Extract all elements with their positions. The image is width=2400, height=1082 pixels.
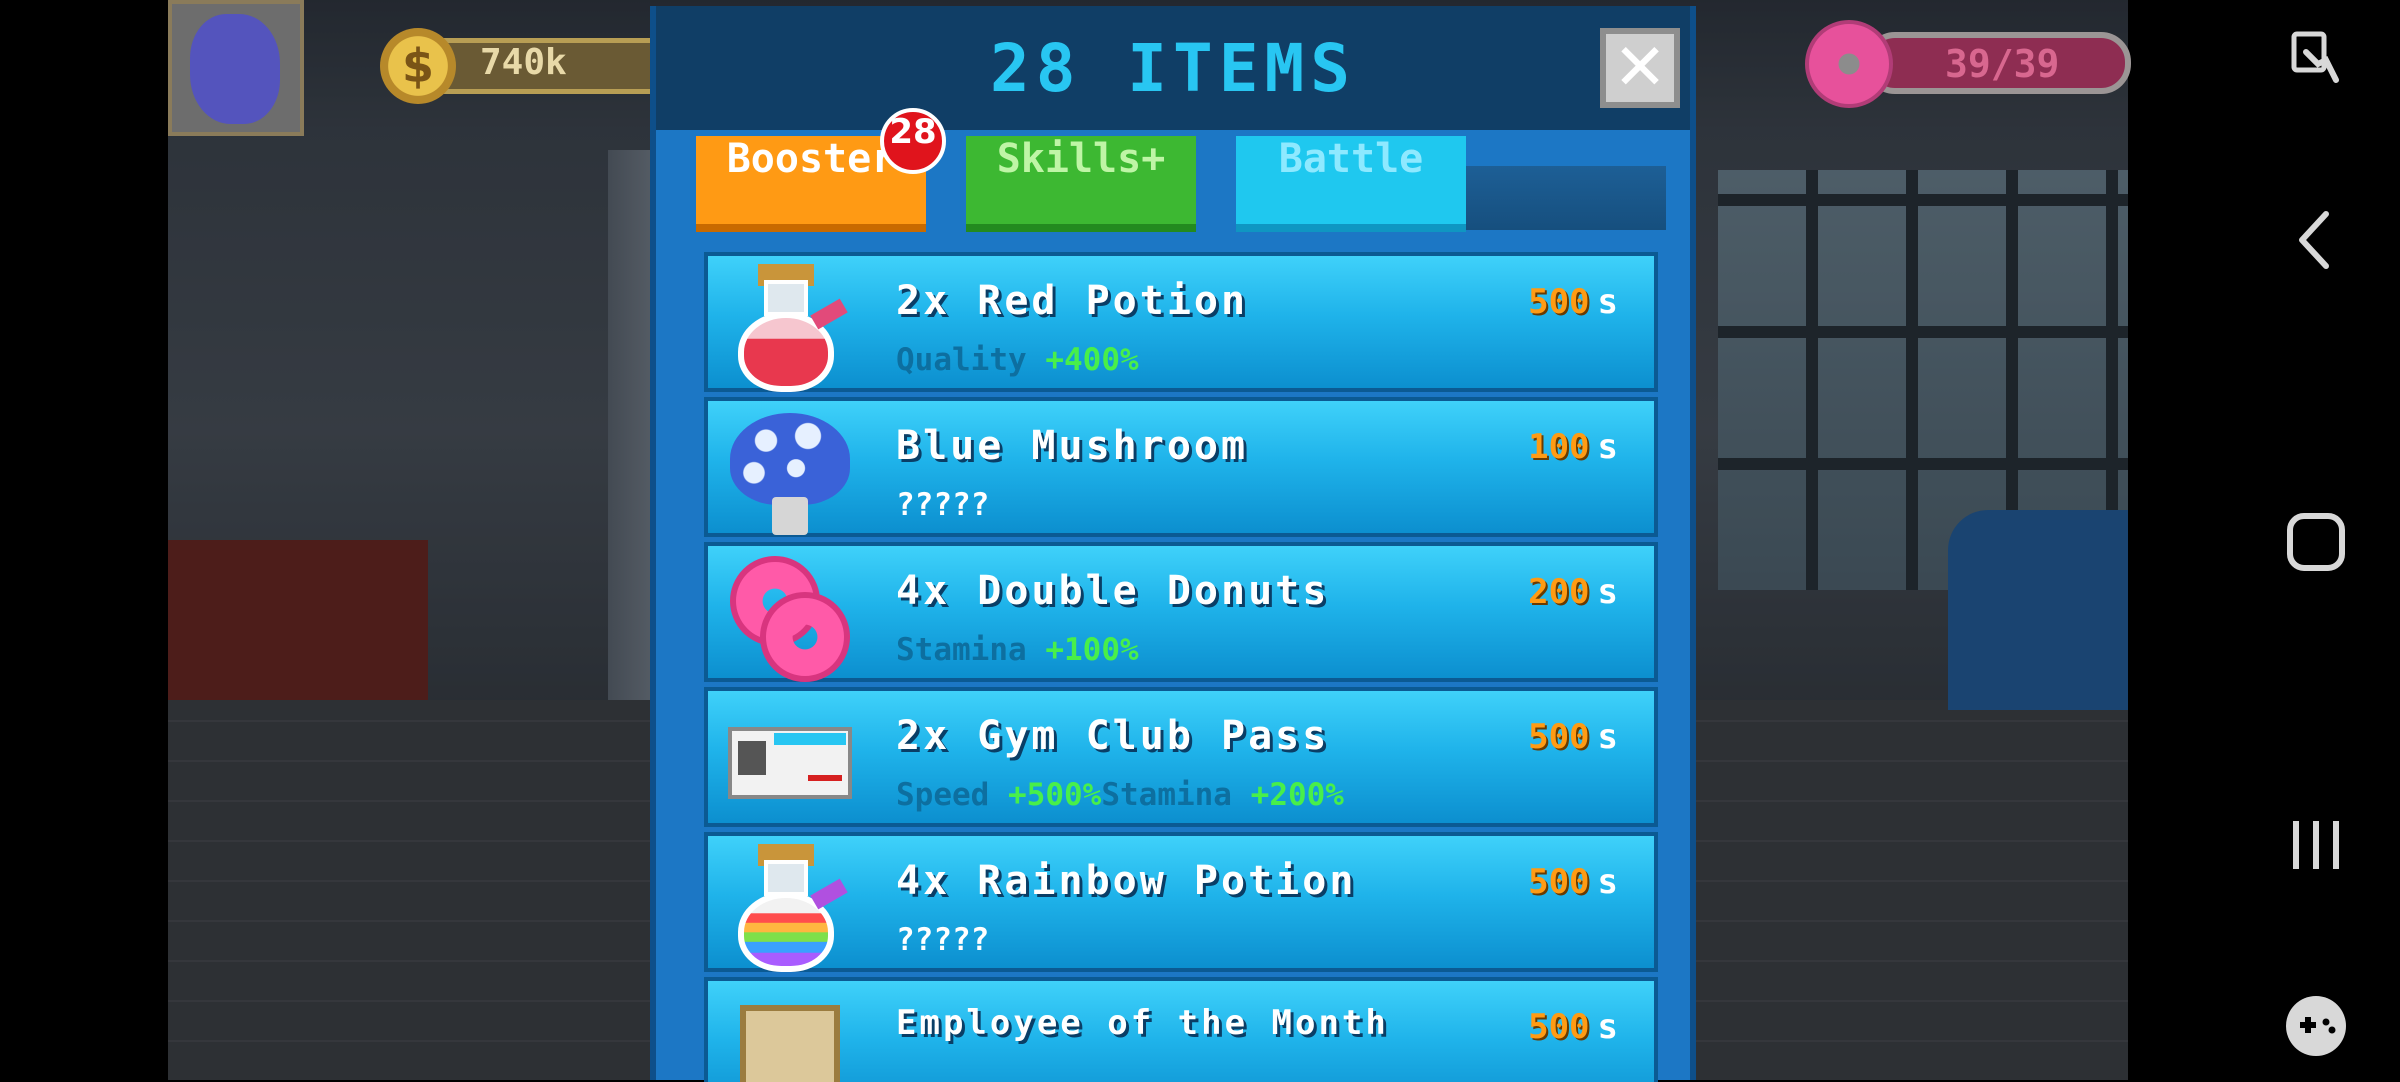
close-icon: ✕: [1613, 31, 1667, 105]
price-value: 500: [1528, 862, 1590, 902]
stat-label: Stamina: [896, 632, 1027, 668]
tab-skills[interactable]: Skills+: [966, 136, 1196, 232]
stamina-counter: 39/39: [1805, 20, 2135, 110]
item-stats: Stamina +100%: [896, 632, 1139, 668]
item-price: 100 s: [1528, 427, 1618, 467]
item-row-double-donuts[interactable]: 4x Double Donuts 200 s Stamina +100%: [704, 542, 1658, 682]
items-dialog: 28 ITEMS ✕ Booster Skills+ Battle 28 2x …: [650, 6, 1696, 1082]
coin-counter: $ 740k: [380, 28, 680, 104]
item-row-rainbow-potion[interactable]: 4x Rainbow Potion 500 s ?????: [704, 832, 1658, 972]
blue-mushroom-icon: [724, 407, 854, 535]
price-value: 500: [1528, 1007, 1590, 1047]
stat-value: +400%: [1045, 342, 1139, 378]
item-price: 500 s: [1528, 1007, 1618, 1047]
price-unit: s: [1597, 862, 1618, 902]
dialog-header: 28 ITEMS ✕: [656, 6, 1690, 130]
employee-frame-icon: [724, 987, 854, 1082]
donut-icon: [1805, 20, 1893, 108]
back-icon[interactable]: [2276, 200, 2356, 280]
rainbow-potion-icon: [724, 842, 854, 972]
home-icon[interactable]: [2276, 502, 2356, 582]
price-unit: s: [1597, 282, 1618, 322]
item-row-gym-club-pass[interactable]: 2x Gym Club Pass 500 s Speed +500%Stamina…: [704, 687, 1658, 827]
item-price: 200 s: [1528, 572, 1618, 612]
item-price: 500 s: [1528, 282, 1618, 322]
tab-battle[interactable]: Battle: [1236, 136, 1466, 232]
red-potion-icon: [724, 262, 854, 392]
item-price: 500 s: [1528, 862, 1618, 902]
screenshot-icon[interactable]: [2276, 22, 2356, 102]
price-unit: s: [1597, 1007, 1618, 1047]
coin-value: 740k: [480, 42, 567, 83]
game-controller-icon[interactable]: [2276, 986, 2356, 1066]
price-unit: s: [1597, 717, 1618, 757]
price-value: 500: [1528, 282, 1590, 322]
recents-icon[interactable]: [2276, 805, 2356, 885]
stat-label: Speed: [896, 777, 990, 813]
price-unit: s: [1597, 427, 1618, 467]
system-navigation-bar: [2232, 0, 2400, 1080]
item-description: ?????: [896, 922, 990, 958]
stat-value: +200%: [1250, 777, 1344, 813]
stat-value: +100%: [1045, 632, 1139, 668]
item-row-red-potion[interactable]: 2x Red Potion 500 s Quality +400%: [704, 252, 1658, 392]
price-value: 200: [1528, 572, 1590, 612]
stamina-value: 39/39: [1945, 42, 2060, 86]
item-stats: Quality +400%: [896, 342, 1139, 378]
price-value: 100: [1528, 427, 1590, 467]
gym-pass-icon: [724, 697, 854, 825]
tab-strip: [1466, 166, 1666, 230]
dialog-title: 28 ITEMS: [990, 30, 1356, 107]
item-price: 500 s: [1528, 717, 1618, 757]
item-stats: Speed +500%Stamina +200%: [896, 777, 1344, 813]
item-name: Employee of the Month: [896, 1003, 1389, 1043]
stat-label: Stamina: [1101, 777, 1232, 813]
item-list[interactable]: 2x Red Potion 500 s Quality +400% Blue Mu…: [704, 252, 1658, 1082]
close-button[interactable]: ✕: [1600, 28, 1680, 108]
stat-label: Quality: [896, 342, 1027, 378]
item-name: 4x Rainbow Potion: [896, 858, 1357, 904]
item-name: Blue Mushroom: [896, 423, 1249, 469]
item-name: 4x Double Donuts: [896, 568, 1330, 614]
player-avatar[interactable]: [168, 0, 304, 136]
item-row-blue-mushroom[interactable]: Blue Mushroom 100 s ?????: [704, 397, 1658, 537]
price-unit: s: [1597, 572, 1618, 612]
item-row-employee-of-the-month[interactable]: Employee of the Month 500 s: [704, 977, 1658, 1082]
item-name: 2x Gym Club Pass: [896, 713, 1330, 759]
donut-icon: [724, 552, 854, 682]
coin-icon: $: [380, 28, 456, 104]
price-value: 500: [1528, 717, 1590, 757]
item-description: ?????: [896, 487, 990, 523]
stat-value: +500%: [1008, 777, 1102, 813]
item-name: 2x Red Potion: [896, 278, 1249, 324]
booster-count-badge: 28: [880, 108, 946, 174]
avatar-figure: [190, 14, 280, 124]
